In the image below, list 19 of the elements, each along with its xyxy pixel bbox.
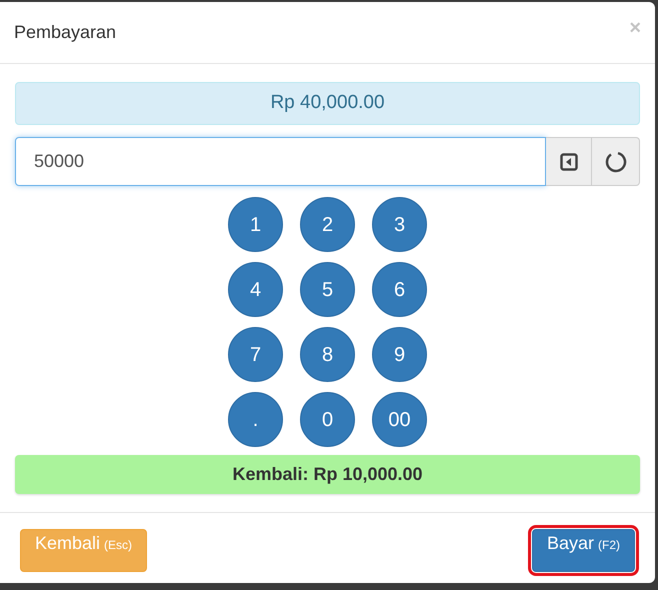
keypad-key[interactable]: 9 xyxy=(372,327,427,382)
keypad-key[interactable]: 5 xyxy=(300,262,355,317)
keypad-key[interactable]: 4 xyxy=(228,262,283,317)
reset-button[interactable] xyxy=(592,137,640,186)
backspace-icon xyxy=(560,152,578,170)
dialog-title: Pembayaran xyxy=(14,21,116,44)
keypad-key[interactable]: 1 xyxy=(228,197,283,252)
keypad-key[interactable]: 7 xyxy=(228,327,283,382)
keypad-key[interactable]: 3 xyxy=(372,197,427,252)
amount-field[interactable]: 50000 xyxy=(15,137,546,186)
total-amount: Rp 40,000.00 xyxy=(15,82,640,125)
keypad-key[interactable]: 0 xyxy=(300,392,355,447)
keypad-key[interactable]: 00 xyxy=(372,392,427,447)
change-amount: Kembali: Rp 10,000.00 xyxy=(15,455,640,494)
keypad-key[interactable]: 8 xyxy=(300,327,355,382)
keypad-key[interactable]: 6 xyxy=(372,262,427,317)
keypad-key[interactable]: 2 xyxy=(300,197,355,252)
backspace-button[interactable] xyxy=(546,137,592,186)
keypad-key[interactable]: . xyxy=(228,392,283,447)
